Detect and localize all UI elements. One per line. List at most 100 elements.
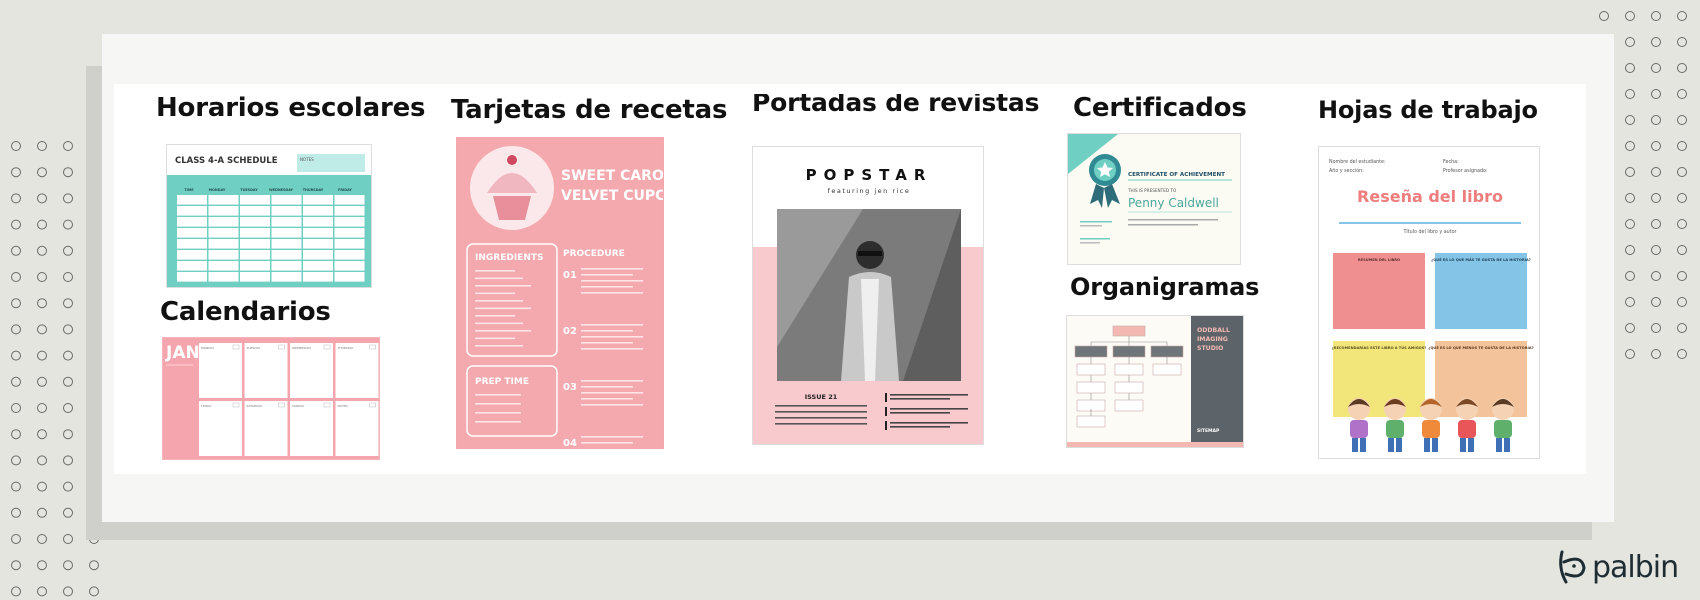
org-node xyxy=(1150,345,1184,358)
schedule-title: CLASS 4-A SCHEDULE xyxy=(175,156,278,166)
decorative-dot xyxy=(37,193,47,204)
schedule-cell xyxy=(271,272,302,282)
procedure-line xyxy=(581,398,633,400)
schedule-cell xyxy=(208,250,239,260)
kid-leg xyxy=(1396,438,1402,452)
decorative-dot xyxy=(1677,63,1687,73)
procedure-line xyxy=(581,380,643,382)
decorative-dot xyxy=(11,481,21,492)
decorative-dot xyxy=(1677,141,1687,151)
kid-leg xyxy=(1352,438,1358,452)
procedure-line xyxy=(581,268,643,270)
palbin-logo-text: palbin xyxy=(1592,549,1679,585)
decorative-dot xyxy=(37,324,47,335)
certificate-graphic: CERTIFICATE OF ACHIEVEMENT THIS IS PRESE… xyxy=(1068,134,1240,264)
schedule-cell xyxy=(334,272,365,282)
decorative-dot xyxy=(1625,323,1635,333)
worksheet-box-4-label: ¿QUÉ ES LO QUE MENOS TE GUSTA DE LA HIST… xyxy=(1428,345,1533,350)
org-node xyxy=(1076,363,1106,376)
procedure-step-number: 01 xyxy=(563,270,577,281)
worksheet-box-3 xyxy=(1333,341,1425,417)
calendar-day-name: TUESDAY xyxy=(246,346,261,350)
studio-line-1: ODDBALL xyxy=(1197,327,1230,334)
schedule-cell xyxy=(334,217,365,227)
worksheet-box-3-label: ¿RECOMENDARÍAS ESTE LIBRO A TUS AMIGOS? xyxy=(1332,345,1427,350)
decorative-dot xyxy=(37,560,47,571)
calendar-day-cell xyxy=(244,343,288,398)
schedule-cell xyxy=(208,272,239,282)
procedure-step-number: 04 xyxy=(563,438,577,449)
prep-line xyxy=(475,412,521,414)
calendar-day-cell xyxy=(335,401,379,456)
decorative-dot xyxy=(1677,219,1687,229)
schedule-cell xyxy=(271,250,302,260)
schedule-cell xyxy=(303,228,333,238)
procedure-line xyxy=(581,392,643,394)
worksheet-box-2 xyxy=(1435,253,1527,329)
schedule-cell xyxy=(208,217,239,227)
decorative-dot xyxy=(1651,297,1661,307)
certificate-heading: CERTIFICATE OF ACHIEVEMENT xyxy=(1128,172,1225,178)
studio-line-3: STUDIO xyxy=(1197,345,1223,352)
schedule-template-card[interactable]: CLASS 4-A SCHEDULE NOTES TIME MONDAY TUESD… xyxy=(166,144,372,288)
schedule-cell xyxy=(334,228,365,238)
kid-leg xyxy=(1432,438,1438,452)
decorative-dot xyxy=(11,586,21,597)
worksheet-seccion: Año y sección: xyxy=(1329,167,1364,174)
kid-body xyxy=(1422,420,1440,438)
decorative-dot xyxy=(63,429,73,440)
kid-leg xyxy=(1424,438,1430,452)
magazine-text-line xyxy=(775,405,867,407)
procedure-step-number: 03 xyxy=(563,382,577,393)
decorative-dot xyxy=(37,141,47,151)
decorative-dot xyxy=(1651,271,1661,281)
decorative-dot xyxy=(1677,115,1687,125)
procedure-line xyxy=(581,404,643,406)
worksheet-template-card[interactable]: Nombre del estudiante: Fecha: Año y secc… xyxy=(1318,146,1540,459)
schedule-cell xyxy=(208,261,239,271)
orgchart-graphic: ODDBALL IMAGING STUDIO SITEMAP xyxy=(1067,316,1243,447)
schedule-day-header: THURSDAY xyxy=(303,188,324,192)
schedule-cell xyxy=(303,261,333,271)
calendar-day-name: SUNDAY xyxy=(292,404,304,408)
calendar-template-card[interactable]: JAN MONDAY FRIDAY TUESDAY SATURDAY WEDNESDAY… xyxy=(162,337,380,460)
certificate-template-card[interactable]: CERTIFICATE OF ACHIEVEMENT THIS IS PRESE… xyxy=(1067,133,1241,265)
worksheet-title: Reseña del libro xyxy=(1357,187,1503,206)
orgchart-template-card[interactable]: ODDBALL IMAGING STUDIO SITEMAP xyxy=(1066,315,1244,448)
magazine-bullet xyxy=(885,421,887,430)
decorative-dot xyxy=(63,403,73,413)
decorative-dot xyxy=(37,219,47,230)
decorative-dot xyxy=(1677,167,1687,177)
decorative-dot xyxy=(63,245,73,256)
procedure-line xyxy=(581,274,633,276)
schedule-cell xyxy=(177,261,207,271)
recipe-prep-time: PREP TIME xyxy=(475,377,529,387)
recipe-template-card[interactable]: SWEET CAROL'S VELVET CUPCAKE INGREDIENTS… xyxy=(456,137,664,449)
decorative-dot xyxy=(63,534,73,544)
decorative-dot xyxy=(1651,193,1661,203)
schedule-notes: NOTES xyxy=(300,157,314,162)
decorative-dot xyxy=(63,272,73,282)
decorative-dot xyxy=(11,429,21,440)
worksheet-box-1-label: RESUMEN DEL LIBRO xyxy=(1358,258,1400,262)
schedule-cell xyxy=(177,228,207,238)
worksheet-subtitle: Título del libro y autor xyxy=(1403,228,1457,235)
magazine-template-card[interactable]: POPSTAR featuring jen rice ISSUE 21 xyxy=(752,146,984,445)
palbin-logo: palbin xyxy=(1554,548,1679,586)
ingredient-line xyxy=(475,292,515,295)
schedule-cell xyxy=(271,239,302,249)
calendar-day-cell xyxy=(290,401,333,456)
calendar-day-name: WEDNESDAY xyxy=(292,346,311,350)
magazine-bullet xyxy=(885,407,887,416)
schedule-cell xyxy=(271,195,302,205)
decorative-dot xyxy=(1651,167,1661,177)
procedure-line xyxy=(581,342,633,344)
title-hojas: Hojas de trabajo xyxy=(1318,96,1538,124)
org-node xyxy=(1076,415,1106,428)
title-recetas: Tarjetas de recetas xyxy=(451,95,728,125)
worksheet-graphic: Nombre del estudiante: Fecha: Año y secc… xyxy=(1319,147,1539,458)
procedure-line xyxy=(581,324,643,326)
schedule-cell xyxy=(208,206,239,216)
decorative-dot xyxy=(11,455,21,466)
kid-body xyxy=(1350,420,1368,438)
